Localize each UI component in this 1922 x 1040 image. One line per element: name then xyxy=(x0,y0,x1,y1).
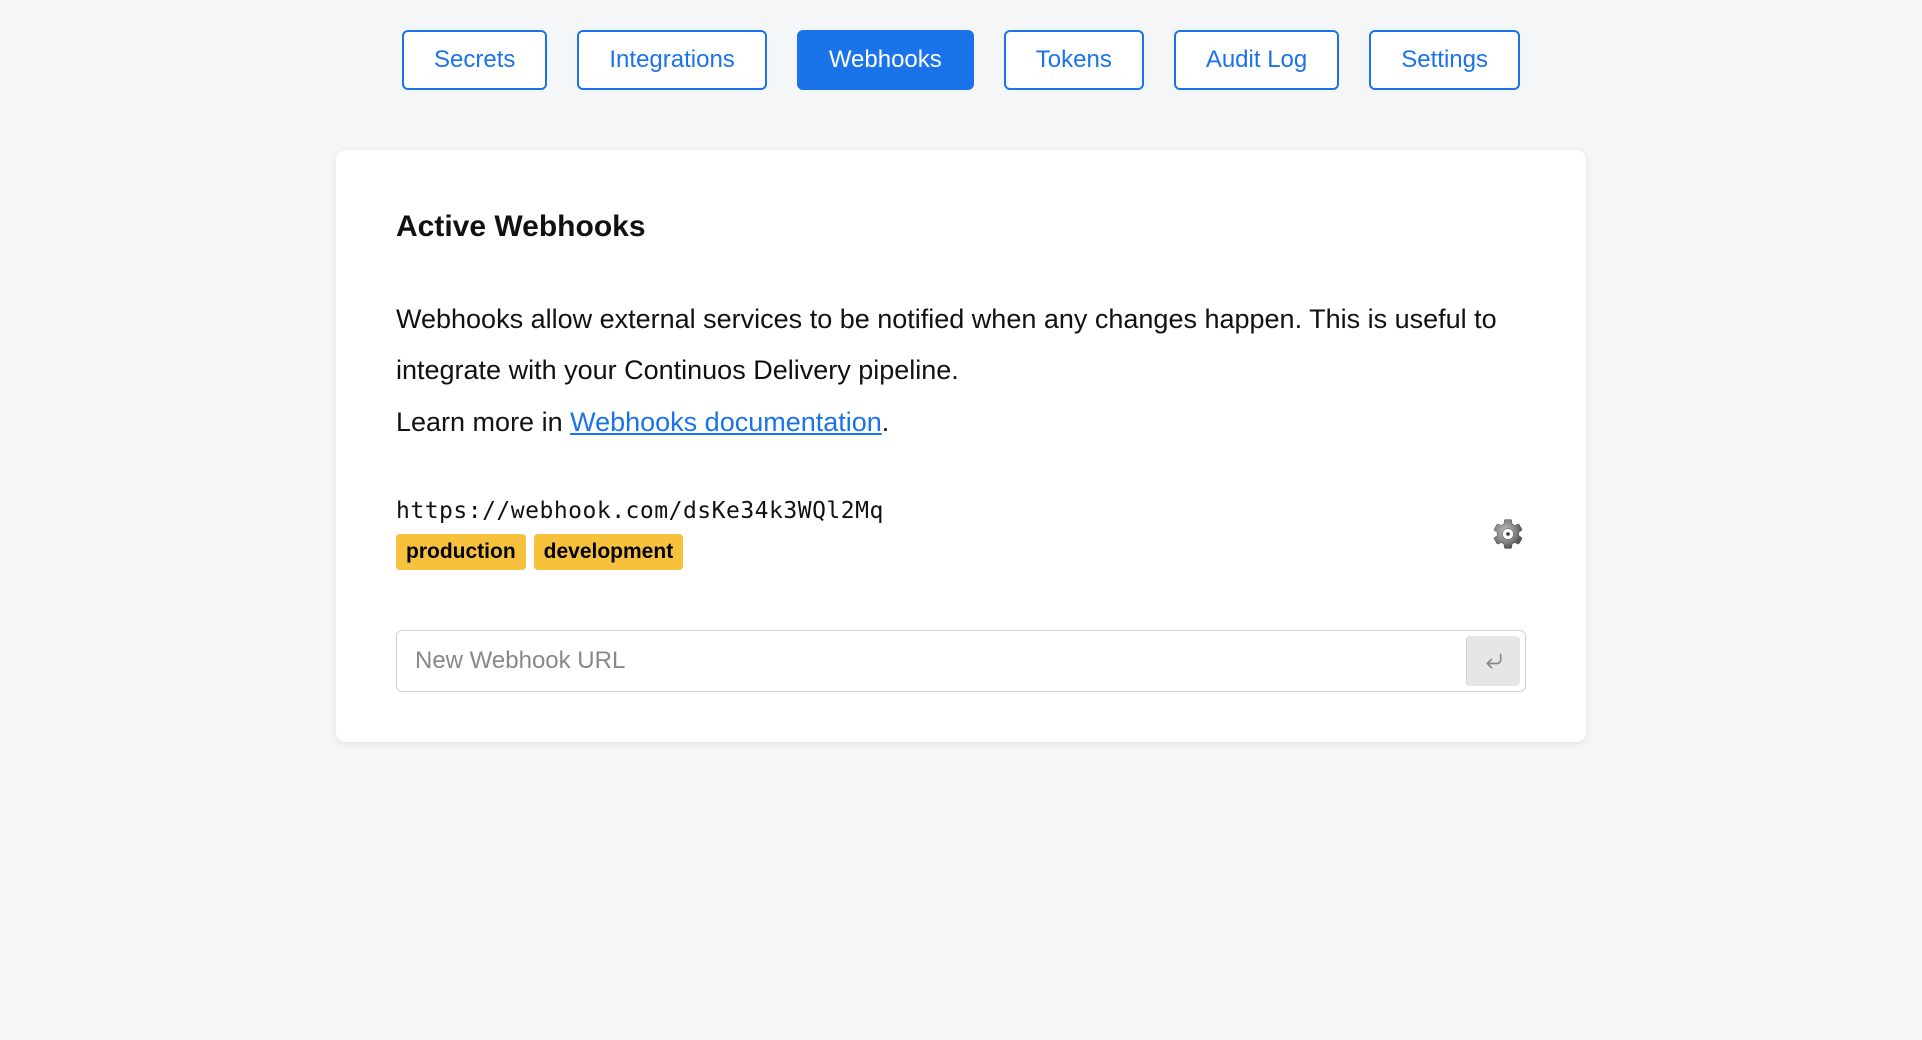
webhook-info: https://webhook.com/dsKe34k3WQl2Mq produ… xyxy=(396,498,884,570)
tab-tokens[interactable]: Tokens xyxy=(1004,30,1144,90)
tag-development: development xyxy=(534,534,684,570)
tab-audit-log[interactable]: Audit Log xyxy=(1174,30,1339,90)
tag-production: production xyxy=(396,534,526,570)
webhook-tags: production development xyxy=(396,534,884,570)
tab-webhooks[interactable]: Webhooks xyxy=(797,30,974,90)
documentation-link[interactable]: Webhooks documentation xyxy=(570,407,882,437)
new-webhook-input[interactable] xyxy=(397,631,1461,691)
gear-icon xyxy=(1490,516,1526,552)
webhooks-panel: Active Webhooks Webhooks allow external … xyxy=(336,150,1586,742)
webhook-url: https://webhook.com/dsKe34k3WQl2Mq xyxy=(396,498,884,524)
panel-title: Active Webhooks xyxy=(396,210,1526,244)
new-webhook-row xyxy=(396,630,1526,692)
description-text-2-suffix: . xyxy=(882,407,890,437)
tab-secrets[interactable]: Secrets xyxy=(402,30,547,90)
tab-integrations[interactable]: Integrations xyxy=(577,30,766,90)
panel-description: Webhooks allow external services to be n… xyxy=(396,294,1526,448)
enter-arrow-icon xyxy=(1484,651,1504,671)
submit-webhook-button[interactable] xyxy=(1466,636,1520,686)
description-text-1: Webhooks allow external services to be n… xyxy=(396,304,1497,385)
webhook-settings-button[interactable] xyxy=(1490,516,1526,552)
description-text-2-prefix: Learn more in xyxy=(396,407,570,437)
tabs-nav: Secrets Integrations Webhooks Tokens Aud… xyxy=(0,30,1922,90)
webhook-item: https://webhook.com/dsKe34k3WQl2Mq produ… xyxy=(396,498,1526,570)
tab-settings[interactable]: Settings xyxy=(1369,30,1520,90)
